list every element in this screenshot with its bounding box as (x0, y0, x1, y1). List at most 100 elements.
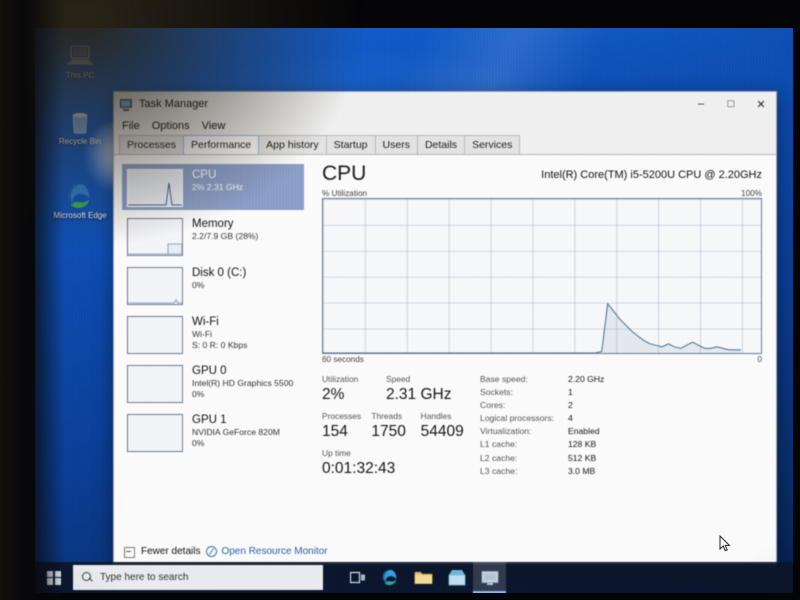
stat-value-handles: 54409 (420, 423, 464, 440)
desktop-icon-this-pc[interactable]: This PC (49, 40, 111, 81)
stat-value-threads: 1750 (371, 423, 406, 440)
desktop-icon-label: Recycle Bin (58, 137, 102, 146)
close-button[interactable]: ✕ (746, 92, 776, 116)
wifi-thumbnail (127, 316, 183, 354)
task-manager-window[interactable]: Task Manager – □ ✕ File Options View Pro… (113, 91, 777, 565)
sidebar-item-sub2: 0% (192, 438, 205, 448)
task-manager-icon (481, 570, 498, 585)
tab-performance[interactable]: Performance (183, 135, 260, 154)
spec-value: 512 KB (568, 452, 597, 463)
open-resource-monitor-label: Open Resource Monitor (221, 545, 328, 557)
tab-processes[interactable]: Processes (119, 135, 185, 154)
microsoft-edge-icon (49, 180, 111, 212)
sidebar-item-sub: 2.2/7.9 GB (28%) (192, 231, 259, 241)
stat-value-processes: 154 (322, 423, 348, 440)
desktop-icon-label: Microsoft Edge (53, 211, 107, 220)
cpu-mini-graph (128, 182, 182, 206)
spec-key: L1 cache: (480, 439, 518, 450)
sidebar-item-gpu-0[interactable]: GPU 0 Intel(R) HD Graphics 5500 0% (122, 360, 304, 406)
sidebar-item-title: Memory (192, 218, 234, 230)
cpu-utilization-graph[interactable] (322, 198, 762, 354)
taskbar-icon-microsoft-edge[interactable] (374, 562, 407, 593)
graph-y-axis-label: % Utilization (322, 189, 368, 198)
sidebar-item-sub: Wi-Fi (192, 329, 213, 339)
graph-x-left-label: 60 seconds (322, 355, 364, 364)
sidebar-item-gpu-1[interactable]: GPU 1 NVIDIA GeForce 820M 0% (122, 409, 304, 455)
stat-value-utilization: 2% (322, 386, 345, 403)
sidebar-item-cpu[interactable]: CPU 2% 2.31 GHz (122, 164, 304, 210)
search-icon (82, 572, 93, 583)
sidebar-item-memory[interactable]: Memory 2.2/7.9 GB (28%) (122, 213, 304, 259)
menu-item-options[interactable]: Options (152, 120, 190, 132)
tab-details[interactable]: Details (416, 135, 466, 154)
spec-value: 3.0 MB (568, 465, 596, 476)
stats-primary: Utilization 2% Speed 2.31 GHz Processes … (322, 373, 474, 479)
start-button[interactable] (35, 562, 73, 593)
spec-key: L2 cache: (480, 452, 518, 463)
spec-l1-cache: L1 cache: 128 KB (480, 438, 604, 451)
cpu-stats: Utilization 2% Speed 2.31 GHz Processes … (322, 373, 762, 479)
spec-cores: Cores: 2 (480, 399, 604, 412)
window-titlebar[interactable]: Task Manager – □ ✕ (114, 92, 776, 116)
stat-value-uptime: 0:01:32:43 (322, 460, 396, 477)
photo-of-laptop-screen: This PC Recycle Bin Microsoft Edge Task … (0, 0, 800, 600)
microsoft-edge-icon (382, 569, 397, 586)
fewer-details-button[interactable]: Fewer details (141, 546, 200, 557)
desktop-icon-microsoft-edge[interactable]: Microsoft Edge (49, 180, 111, 221)
windows-taskbar[interactable]: Type here to search (35, 562, 793, 593)
page-title: CPU (322, 162, 367, 185)
desktop-icon-recycle-bin[interactable]: Recycle Bin (49, 106, 111, 147)
task-manager-icon (120, 98, 133, 111)
cpu-detail-panel: CPU Intel(R) Core(TM) i5-5200U CPU @ 2.2… (310, 155, 776, 559)
taskbar-icon-task-manager[interactable] (473, 562, 506, 593)
search-input[interactable]: Type here to search (73, 565, 323, 590)
graph-y-max-label: 100% (741, 189, 762, 198)
recycle-bin-icon (49, 106, 111, 138)
graph-x-right-label: 0 (757, 355, 762, 364)
cpu-thumbnail (127, 169, 183, 207)
resource-list: CPU 2% 2.31 GHz Memory 2.2/7.9 GB (28%) (114, 155, 310, 559)
window-title: Task Manager (139, 98, 209, 110)
gpu1-thumbnail (127, 414, 183, 452)
spec-sockets: Sockets: 1 (480, 386, 604, 399)
disk-thumbnail (127, 267, 183, 305)
stat-label-utilization: Utilization (322, 374, 359, 384)
spec-value: 2.20 GHz (568, 374, 605, 384)
sidebar-item-title: Wi-Fi (192, 316, 219, 328)
menu-item-view[interactable]: View (202, 120, 226, 132)
tab-strip: Processes Performance App history Startu… (114, 135, 776, 155)
spec-value: 2 (568, 400, 573, 411)
spec-virtualization: Virtualization: Enabled (480, 425, 604, 438)
tab-services[interactable]: Services (464, 135, 521, 154)
graph-bottom-labels: 60 seconds 0 (322, 355, 762, 364)
laptop-screen: This PC Recycle Bin Microsoft Edge Task … (35, 28, 793, 593)
taskbar-icon-microsoft-store[interactable] (440, 562, 473, 593)
spec-value: 4 (568, 413, 573, 424)
minimize-button[interactable]: – (686, 92, 716, 116)
cpu-specs: Base speed: 2.20 GHz Sockets: 1 Cores: 2 (480, 373, 604, 479)
microsoft-store-icon (448, 570, 465, 586)
tab-startup[interactable]: Startup (325, 135, 376, 154)
spec-key: L3 cache: (480, 465, 518, 476)
graph-plot (323, 302, 741, 353)
sidebar-item-sub: NVIDIA GeForce 820M (192, 427, 280, 437)
search-placeholder: Type here to search (100, 572, 189, 583)
tab-users[interactable]: Users (374, 135, 418, 154)
open-resource-monitor-link[interactable]: Open Resource Monitor (206, 545, 328, 557)
tab-app-history[interactable]: App history (258, 135, 327, 154)
sidebar-item-title: CPU (192, 169, 217, 181)
maximize-button[interactable]: □ (716, 92, 746, 116)
spec-logical-processors: Logical processors: 4 (480, 412, 604, 425)
sidebar-item-sub2: 0% (192, 389, 205, 399)
spec-key: Base speed: (480, 374, 528, 384)
window-footer: Fewer details Open Resource Monitor (114, 538, 776, 564)
taskbar-icon-task-view[interactable] (341, 562, 374, 593)
spec-key: Cores: (480, 400, 506, 411)
this-pc-icon (49, 40, 111, 72)
sidebar-item-disk-0[interactable]: Disk 0 (C:) 0% (122, 262, 304, 308)
spec-key: Virtualization: (480, 426, 532, 437)
taskbar-icon-file-explorer[interactable] (407, 562, 440, 593)
menu-item-file[interactable]: File (122, 120, 140, 132)
stat-label-processes: Processes (322, 411, 362, 421)
sidebar-item-wifi[interactable]: Wi-Fi Wi-Fi S: 0 R: 0 Kbps (122, 311, 304, 357)
